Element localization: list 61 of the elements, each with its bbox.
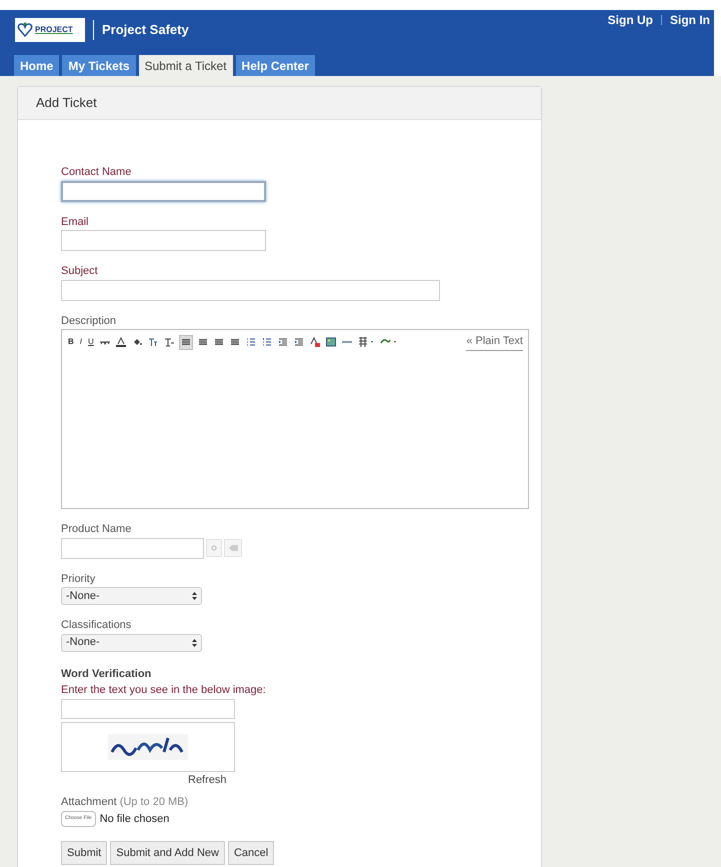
panel-title: Add Ticket [36,94,97,112]
nav-tab[interactable]: My Tickets [62,55,136,76]
stepper-icon [192,592,197,600]
italic-tool[interactable]: I [78,334,84,350]
refresh-link[interactable]: Refresh [188,772,541,788]
align-left-tool[interactable] [178,334,193,350]
text-field[interactable] [61,180,266,202]
field-label: Email [61,214,90,230]
logo[interactable]: PROJECT [15,18,85,42]
bullet-list-icon [246,337,256,347]
field-label: Subject [61,264,99,279]
table-tool[interactable] [356,334,375,350]
nav-tab[interactable]: Help Center [236,55,315,76]
image-tool[interactable] [324,334,337,350]
nav-tab[interactable]: Submit a Ticket [138,55,233,76]
align-icon [180,337,191,347]
text-field[interactable] [61,538,204,558]
font-size-icon [148,337,158,347]
clear-format-tool[interactable] [308,334,321,350]
font-color-icon [116,337,126,347]
stepper-icon [192,638,197,646]
field-label: Priority [61,572,96,586]
text-field[interactable] [61,280,440,300]
font-family-icon [164,337,174,347]
rich-text-editor[interactable]: B I U « Plain Text [61,329,529,509]
site-title: Project Safety [102,21,189,40]
nav-tab[interactable]: Home [14,55,60,76]
form-button[interactable]: Cancel [228,841,274,865]
form-button[interactable]: Submit and Add New [110,841,225,865]
text-field[interactable] [61,230,266,251]
captcha-field[interactable] [61,698,235,718]
indent-icon [278,337,288,347]
section-title: Word Verification [61,666,152,682]
field-label: Product Name [61,522,132,537]
align-icon [198,337,208,347]
field-label: Contact Name [61,165,132,180]
field-label: Classifications [61,618,132,633]
indent-icon [294,337,304,347]
bold-tool[interactable]: B [67,334,75,350]
underline-tool[interactable]: U [87,334,95,350]
table-icon [358,337,374,347]
clear-format-icon [310,337,320,347]
header-link[interactable]: Sign Up [608,11,653,29]
header-link[interactable]: Sign In [670,11,710,29]
dropdown[interactable]: -None- [61,634,202,652]
image-icon [326,337,336,347]
field-label: Description [61,314,118,328]
form-button[interactable]: Submit [61,841,108,865]
dropdown[interactable]: -None- [61,587,202,605]
paint-bucket-icon [132,337,142,347]
heart-icon [17,22,33,38]
font-color-tool[interactable] [114,334,127,350]
attachment-label: Attachment (Up to 20 MB) [61,795,190,810]
plain-text-link[interactable]: « Plain Text [466,333,523,351]
numbered-list-icon [262,337,272,347]
file-status: No file chosen [100,812,170,826]
erase-icon [228,545,238,551]
captcha-prompt: Enter the text you see in the below image: [61,683,267,698]
align-icon [230,337,240,347]
search-icon [211,545,217,551]
align-icon [214,337,224,347]
